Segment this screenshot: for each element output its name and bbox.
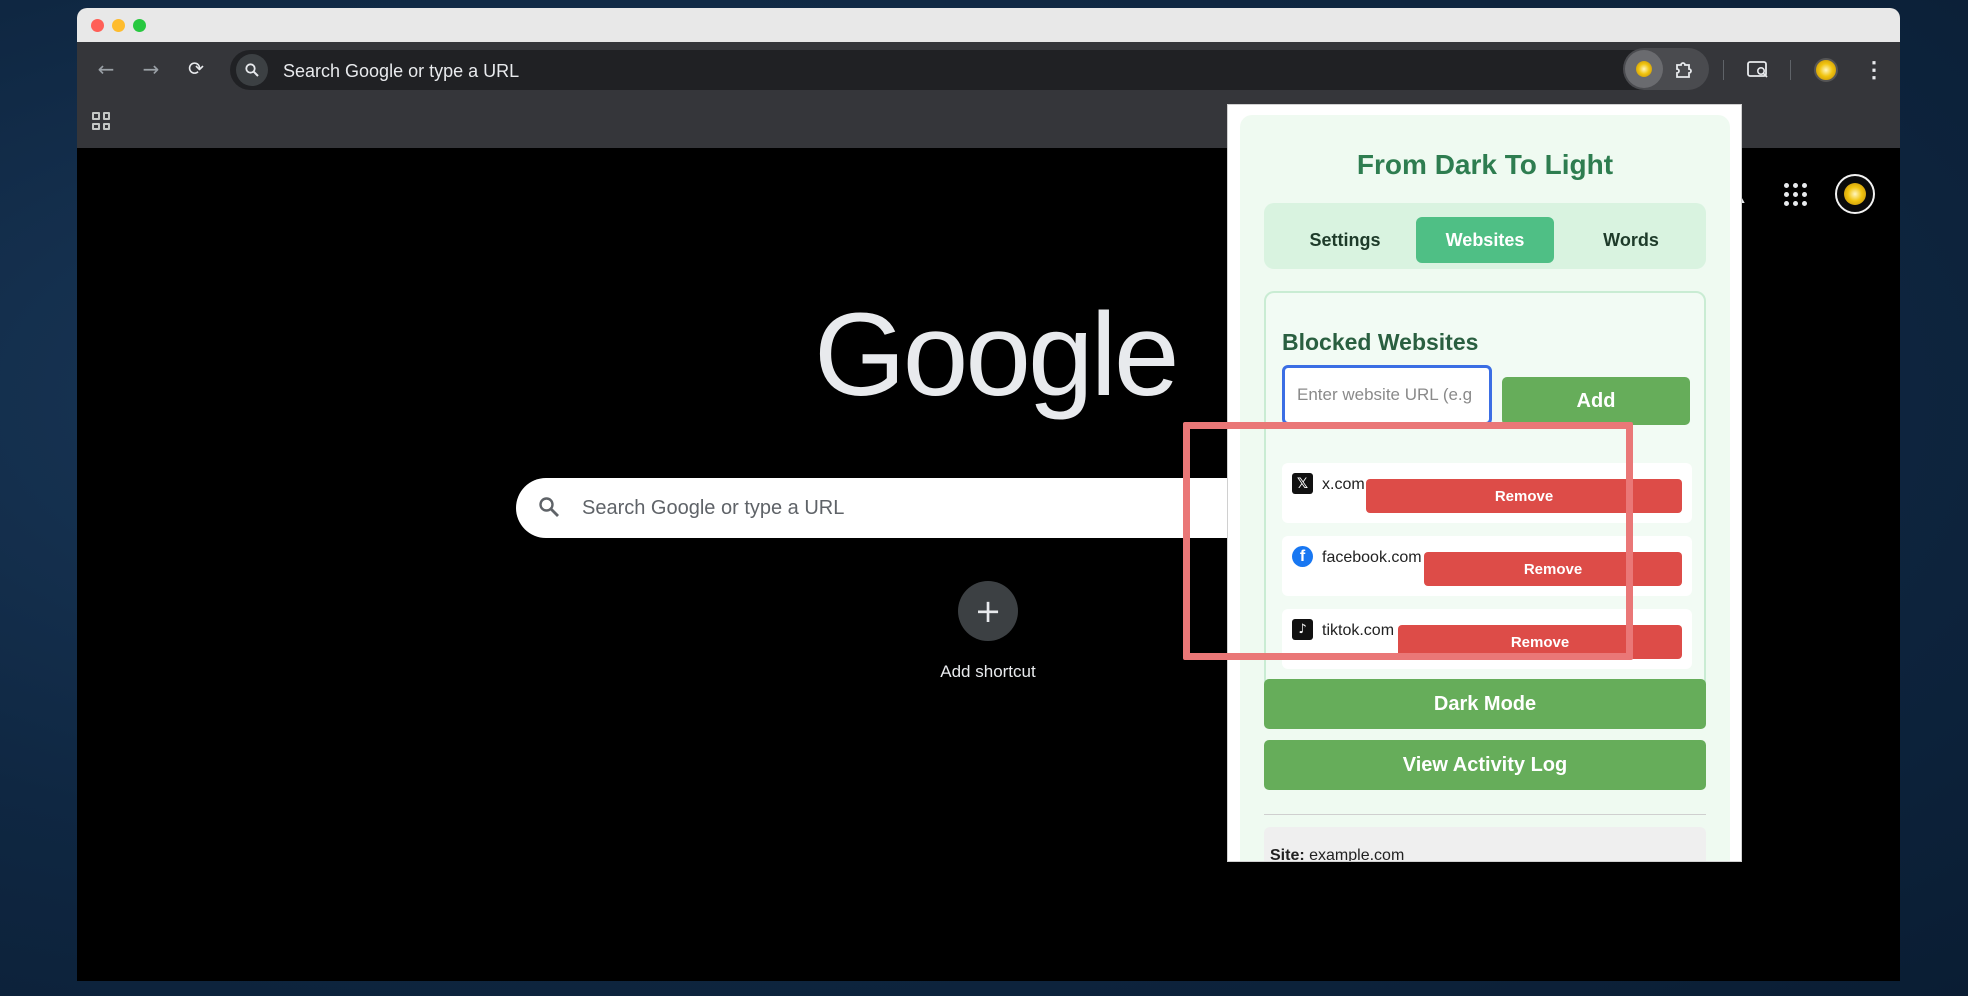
activity-log-entry: Site: example.com (1264, 827, 1706, 862)
reading-list-icon[interactable] (1742, 54, 1774, 86)
add-shortcut-button[interactable]: + (958, 581, 1018, 641)
list-item: ♪ tiktok.com Remove (1282, 609, 1692, 669)
site-name: facebook.com (1322, 549, 1422, 566)
remove-button[interactable]: Remove (1424, 552, 1682, 586)
minimize-window-button[interactable] (112, 19, 125, 32)
maximize-window-button[interactable] (133, 19, 146, 32)
add-website-button[interactable]: Add (1502, 377, 1690, 425)
list-item: f facebook.com Remove (1282, 536, 1692, 596)
reload-icon[interactable]: ⟳ (181, 54, 211, 84)
title-bar (77, 8, 1900, 42)
apps-grid-icon[interactable] (92, 112, 110, 130)
tab-websites[interactable]: Websites (1416, 217, 1554, 263)
puzzle-piece-icon[interactable] (1668, 54, 1700, 86)
extension-popup: From Dark To Light Settings Websites Wor… (1227, 104, 1742, 862)
tab-words[interactable]: Words (1562, 217, 1700, 263)
google-apps-icon[interactable] (1775, 174, 1815, 214)
tiktok-logo-icon: ♪ (1292, 619, 1313, 640)
search-icon (538, 496, 560, 523)
forward-arrow-icon[interactable]: → (136, 54, 166, 84)
facebook-logo-icon: f (1292, 546, 1313, 567)
account-avatar[interactable] (1835, 174, 1875, 214)
add-shortcut-label: Add shortcut (940, 662, 1036, 681)
log-site-value: example.com (1309, 847, 1405, 862)
google-logo: Google (814, 289, 1180, 421)
browser-window: ← → ⟳ Search Google or type a URL ☆ ⋮ (77, 8, 1900, 981)
divider (1264, 814, 1706, 815)
toolbar-separator (1790, 60, 1791, 80)
popup-tabs: Settings Websites Words (1264, 203, 1706, 269)
back-arrow-icon[interactable]: ← (91, 54, 121, 84)
remove-button[interactable]: Remove (1398, 625, 1682, 659)
dark-mode-button[interactable]: Dark Mode (1264, 679, 1706, 729)
remove-button[interactable]: Remove (1366, 479, 1682, 513)
blocked-websites-card: Blocked Websites Add 𝕏 x.com Remove f fa… (1264, 291, 1706, 695)
blocked-websites-title: Blocked Websites (1282, 329, 1479, 355)
log-entry-text: Site: example.com (1270, 847, 1405, 862)
more-menu-icon[interactable]: ⋮ (1858, 54, 1890, 86)
google-search-placeholder: Search Google or type a URL (582, 497, 845, 519)
site-name: x.com (1322, 476, 1365, 493)
popup-panel: From Dark To Light Settings Websites Wor… (1240, 115, 1730, 862)
list-item: 𝕏 x.com Remove (1282, 463, 1692, 523)
x-logo-icon: 𝕏 (1292, 473, 1313, 494)
extension-logo-icon[interactable] (1625, 50, 1663, 88)
toolbar-separator (1723, 60, 1724, 80)
site-name: tiktok.com (1322, 622, 1395, 639)
search-icon (236, 54, 268, 86)
profile-avatar[interactable] (1810, 54, 1842, 86)
close-window-button[interactable] (91, 19, 104, 32)
tab-settings[interactable]: Settings (1276, 217, 1414, 263)
website-url-input[interactable] (1282, 365, 1492, 425)
view-activity-log-button[interactable]: View Activity Log (1264, 740, 1706, 790)
log-site-label: Site: (1270, 847, 1305, 862)
browser-toolbar: ← → ⟳ Search Google or type a URL ☆ ⋮ (77, 42, 1900, 96)
popup-title: From Dark To Light (1356, 149, 1614, 180)
omnibox[interactable]: Search Google or type a URL ☆ (230, 50, 1676, 90)
omnibox-text: Search Google or type a URL (283, 61, 520, 81)
